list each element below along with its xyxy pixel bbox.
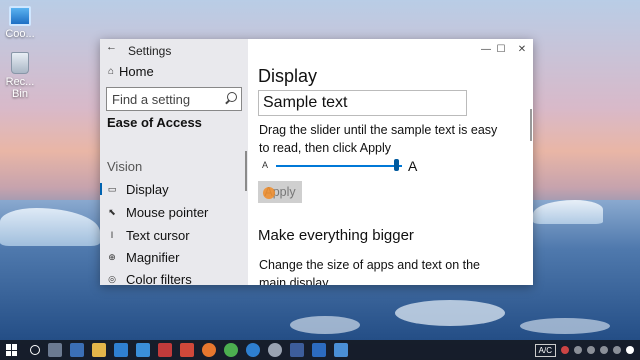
app-icon[interactable] <box>290 343 304 357</box>
home-icon: ⌂ <box>108 66 115 77</box>
chrome-icon[interactable] <box>224 343 238 357</box>
sample-text-preview: Sample text <box>258 90 467 116</box>
edge-icon[interactable] <box>246 343 260 357</box>
search-icon[interactable] <box>30 345 40 355</box>
text-cursor-icon: I <box>110 230 114 240</box>
recycle-bin-icon <box>11 52 29 74</box>
network-icon[interactable] <box>587 346 595 354</box>
sidebar-item-label: Display <box>126 181 169 197</box>
maximize-button[interactable]: ☐ <box>490 41 512 59</box>
magnifier-icon: ⊕ <box>108 251 116 262</box>
settings-window: ⌂ Home Ease of Access Vision ▭ Display ⬉… <box>100 39 533 285</box>
search-box[interactable] <box>106 87 242 111</box>
app-icon[interactable] <box>334 343 348 357</box>
desktop-icon-label: Rec... Bin <box>5 76 35 100</box>
sidebar-item-display[interactable]: ▭ Display <box>100 178 248 200</box>
sidebar-item-label: Color filters <box>126 271 192 286</box>
color-filters-icon: ◎ <box>108 273 116 284</box>
search-input[interactable] <box>112 91 224 107</box>
volume-icon[interactable] <box>600 346 608 354</box>
sidebar-item-text-cursor[interactable]: I Text cursor <box>100 224 248 246</box>
slider-track[interactable] <box>276 165 402 167</box>
tray-icon[interactable] <box>613 346 621 354</box>
title-bar: ← Settings — ☐ ✕ <box>100 39 533 63</box>
main-scrollbar[interactable] <box>530 109 532 141</box>
firefox-icon[interactable] <box>202 343 216 357</box>
notification-icon[interactable] <box>561 346 569 354</box>
text-size-slider[interactable]: A A <box>262 158 422 174</box>
back-arrow-icon[interactable]: ← <box>106 41 117 53</box>
sidebar-scrollbar[interactable] <box>245 151 247 191</box>
language-indicator[interactable]: A/C <box>534 343 556 357</box>
wallpaper-ice <box>395 300 505 326</box>
settings-icon[interactable] <box>268 343 282 357</box>
sidebar-item-color-filters[interactable]: ◎ Color filters <box>100 268 248 286</box>
wallpaper-iceberg <box>533 200 603 224</box>
sidebar-item-mouse-pointer[interactable]: ⬉ Mouse pointer <box>100 201 248 223</box>
explorer-icon[interactable] <box>92 343 106 357</box>
task-view-icon[interactable] <box>48 343 62 357</box>
sidebar-item-label: Text cursor <box>126 227 190 243</box>
window-title: Settings <box>128 44 172 58</box>
display-icon: ▭ <box>107 183 117 194</box>
home-link[interactable]: ⌂ Home <box>108 64 154 79</box>
search-icon[interactable] <box>224 92 238 106</box>
mouse-pointer-icon: ⬉ <box>108 206 116 217</box>
mail-icon[interactable] <box>114 343 128 357</box>
cursor-click-indicator <box>263 187 275 199</box>
home-label: Home <box>119 64 154 79</box>
media-icon[interactable] <box>158 343 172 357</box>
sidebar-item-magnifier[interactable]: ⊕ Magnifier <box>100 246 248 268</box>
instruction-text: Drag the slider until the sample text is… <box>259 123 498 155</box>
section-description: Change the size of apps and text on the … <box>259 258 480 285</box>
slider-thumb[interactable] <box>394 159 399 171</box>
system-tray: A/C <box>534 340 640 360</box>
page-title: Display <box>258 66 318 86</box>
desktop-icon-recycle-bin[interactable]: Rec... Bin <box>0 52 40 100</box>
sidebar-item-label: Magnifier <box>126 249 180 265</box>
tray-icon[interactable] <box>574 346 582 354</box>
desktop-icon-label: Coo... <box>5 28 35 40</box>
taskbar: A/C <box>0 340 640 360</box>
this-pc-icon <box>9 6 31 26</box>
slider-min-label: A <box>262 160 269 170</box>
sidebar-item-label: Mouse pointer <box>126 204 209 220</box>
close-button[interactable]: ✕ <box>511 41 533 59</box>
action-center-icon[interactable] <box>626 346 634 354</box>
slider-max-label: A <box>408 158 418 174</box>
desktop-icon-this-pc[interactable]: Coo... <box>0 6 40 40</box>
sidebar: ⌂ Home Ease of Access Vision ▭ Display ⬉… <box>100 39 248 285</box>
browser-icon[interactable] <box>136 343 150 357</box>
wallpaper-ice <box>520 318 610 334</box>
app-icon[interactable] <box>312 343 326 357</box>
group-label-vision: Vision <box>107 159 143 174</box>
app-icon[interactable] <box>180 343 194 357</box>
wallpaper-ice <box>290 316 360 334</box>
store-icon[interactable] <box>70 343 84 357</box>
start-button[interactable] <box>6 344 18 356</box>
section-heading-make-bigger: Make everything bigger <box>258 227 414 244</box>
section-title: Ease of Access <box>107 115 202 130</box>
main-pane: Display Sample text Drag the slider unti… <box>248 39 533 285</box>
